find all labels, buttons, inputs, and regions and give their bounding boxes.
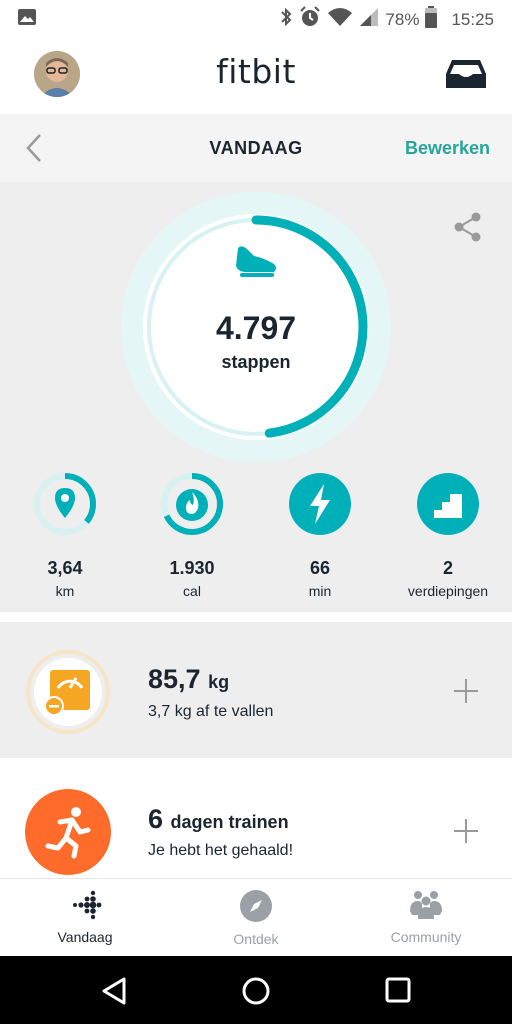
steps-label: stappen <box>221 352 291 372</box>
share-icon[interactable] <box>454 212 482 247</box>
steps-value: 4.797 <box>215 310 297 346</box>
system-nav-bar <box>0 956 512 1024</box>
tab-ontdek[interactable]: Ontdek <box>191 889 321 947</box>
add-weight-button[interactable] <box>454 679 478 703</box>
back-triangle-icon[interactable] <box>100 976 128 1011</box>
battery-icon <box>425 6 438 33</box>
floors-value: 2 <box>442 558 453 578</box>
weight-card[interactable]: 85,7 kg 3,7 kg af te vallen <box>0 622 512 758</box>
exercise-subtitle: Je hebt het gehaald! <box>148 842 294 859</box>
tab-community[interactable]: Community <box>361 889 491 945</box>
inbox-icon[interactable] <box>444 58 488 95</box>
distance-stat[interactable]: 3,64 km <box>10 472 120 599</box>
exercise-value: 6 <box>148 804 164 834</box>
weight-unit: kg <box>208 672 230 692</box>
bottom-nav: Vandaag Ontdek Community <box>0 878 512 956</box>
distance-unit: km <box>55 583 75 599</box>
steps-ring[interactable]: 4.797 stappen <box>121 192 391 462</box>
distance-value: 3,64 <box>47 558 83 578</box>
status-bar: 78% 15:25 <box>0 0 512 34</box>
date-bar: VANDAAG Bewerken <box>0 114 512 182</box>
scale-icon <box>26 650 110 739</box>
tab-ontdek-label: Ontdek <box>233 931 279 947</box>
exercise-title: 6 dagen trainen <box>148 804 289 835</box>
recents-square-icon[interactable] <box>385 977 411 1008</box>
wifi-icon <box>327 7 353 32</box>
active-minutes-value: 66 <box>309 558 331 578</box>
edit-button[interactable]: Bewerken <box>405 138 490 159</box>
signal-icon <box>359 7 379 32</box>
running-person-icon <box>24 788 112 878</box>
tab-vandaag-label: Vandaag <box>57 929 113 945</box>
location-pin-icon <box>55 488 75 518</box>
calories-stat[interactable]: 1.930 cal <box>137 472 247 599</box>
weight-title: 85,7 kg <box>148 664 229 695</box>
active-minutes-unit: min <box>308 583 332 599</box>
community-icon <box>410 891 442 919</box>
floors-unit: verdiepingen <box>407 583 489 599</box>
tab-community-label: Community <box>390 929 462 945</box>
calories-unit: cal <box>183 583 201 599</box>
clock: 15:25 <box>451 9 494 29</box>
exercise-unit: dagen trainen <box>170 812 289 832</box>
home-circle-icon[interactable] <box>241 976 271 1011</box>
weight-subtitle: 3,7 kg af te vallen <box>148 703 274 720</box>
compass-icon <box>240 890 272 922</box>
weight-value: 85,7 <box>148 664 201 694</box>
active-minutes-stat[interactable]: 66 min <box>265 472 375 599</box>
floors-stat[interactable]: 2 verdiepingen <box>393 472 503 599</box>
stats-panel: 4.797 stappen 3,64 km 1.930 cal 66 min 2… <box>0 182 512 612</box>
calories-value: 1.930 <box>169 558 215 578</box>
exercise-card[interactable]: 6 dagen trainen Je hebt het gehaald! <box>0 764 512 878</box>
battery-percent: 78% <box>385 9 420 29</box>
image-icon <box>18 9 36 30</box>
bluetooth-icon <box>279 7 293 32</box>
app-title: fitbit <box>216 52 296 91</box>
fitbit-dots-icon <box>73 890 102 920</box>
add-exercise-button[interactable] <box>454 819 478 843</box>
app-header: fitbit <box>0 34 512 114</box>
tab-vandaag[interactable]: Vandaag <box>20 889 150 945</box>
alarm-icon <box>299 6 321 33</box>
flame-icon <box>176 489 208 521</box>
